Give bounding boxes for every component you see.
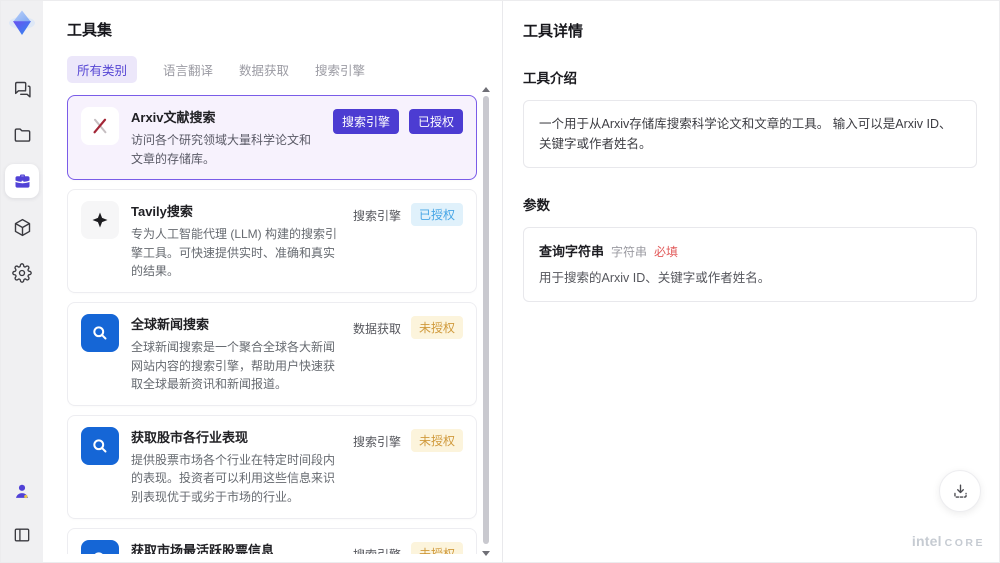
param-required-flag: 必填: [654, 245, 679, 259]
tool-category-badge: 数据获取: [352, 321, 401, 336]
tool-category-badge: 搜索引擎: [332, 109, 399, 134]
category-tabs: 所有类别 语言翻译 数据获取 搜索引擎: [67, 56, 478, 83]
toolbox-icon[interactable]: [5, 164, 39, 198]
tool-tags: 搜索引擎 未授权: [353, 540, 463, 554]
tool-card[interactable]: Tavily搜索 专为人工智能代理 (LLM) 构建的搜索引擎工具。可快速提供实…: [67, 189, 477, 293]
params-list: 查询字符串 字符串 必填 用于搜索的Arxiv ID、关键字或作者姓名。: [523, 227, 977, 302]
news-search-icon: [81, 426, 119, 465]
scrollbar-thumb[interactable]: [483, 96, 489, 544]
folder-icon[interactable]: [5, 118, 39, 152]
app-logo-icon[interactable]: [7, 8, 37, 38]
param-name: 查询字符串: [539, 244, 605, 259]
param-type: 字符串: [611, 245, 648, 259]
left-rail: [1, 1, 43, 562]
tool-card[interactable]: 获取股市各行业表现 提供股票市场各个行业在特定时间段内的表现。投资者可以利用这些…: [67, 414, 477, 519]
tool-description: 全球新闻搜索是一个聚合全球各大新闻网站内容的搜索引擎，帮助用户快速获取全球最新资…: [131, 339, 336, 392]
cube-icon[interactable]: [5, 210, 39, 244]
scrollbar[interactable]: [482, 87, 490, 556]
tool-category-badge: 搜索引擎: [353, 542, 401, 554]
details-panel: 工具详情 工具介绍 一个用于从Arxiv存储库搜索科学论文和文章的工具。 输入可…: [503, 1, 999, 562]
tool-tags: 数据获取 未授权: [353, 314, 463, 394]
settings-gear-icon[interactable]: [5, 256, 39, 290]
tool-card[interactable]: 全球新闻搜索 全球新闻搜索是一个聚合全球各大新闻网站内容的搜索引擎，帮助用户快速…: [67, 301, 477, 406]
category-tab[interactable]: 语言翻译: [163, 56, 213, 83]
tool-description: 访问各个研究领域大量科学论文和文章的存储库。: [131, 133, 312, 166]
arxiv-icon: [81, 107, 119, 145]
tool-description: 提供股票市场各个行业在特定时间段内的表现。投资者可以利用这些信息来识别表现优于或…: [131, 452, 336, 504]
tool-category-badge: 搜索引擎: [352, 434, 401, 449]
param-description: 用于搜索的Arxiv ID、关键字或作者姓名。: [539, 271, 771, 285]
category-tab[interactable]: 搜索引擎: [315, 56, 365, 83]
rail-bottom: [5, 474, 39, 552]
user-avatar-icon[interactable]: [5, 474, 39, 508]
tool-name: Tavily搜索: [131, 204, 193, 220]
tool-auth-badge: 已授权: [410, 203, 463, 227]
tool-tags: 搜索引擎 已授权: [332, 107, 463, 168]
download-button[interactable]: [939, 470, 981, 512]
tool-auth-badge: 未授权: [410, 315, 463, 339]
tool-tags: 搜索引擎 已授权: [353, 201, 463, 281]
params-heading: 参数: [523, 198, 550, 213]
intel-core-logo: intel CORE: [912, 533, 985, 549]
tool-list: Arxiv文献搜索 访问各个研究领域大量科学论文和文章的存储库。 搜索引擎 已授…: [67, 95, 477, 554]
app-window: 工具集 所有类别 语言翻译 数据获取 搜索引擎 Arxiv文献搜索 访问各个研究领域大…: [0, 0, 1000, 563]
tools-panel: 工具集 所有类别 语言翻译 数据获取 搜索引擎 Arxiv文献搜索 访问各个研究领域大…: [43, 1, 503, 562]
tool-description: 专为人工智能代理 (LLM) 构建的搜索引擎工具。可快速提供实时、准确和真实的结…: [131, 227, 338, 279]
tools-panel-title: 工具集: [67, 22, 113, 39]
brand-intel-text: intel: [911, 533, 942, 549]
tool-auth-badge: 未授权: [410, 541, 463, 554]
scroll-up-icon[interactable]: [482, 87, 490, 92]
tool-card[interactable]: Arxiv文献搜索 访问各个研究领域大量科学论文和文章的存储库。 搜索引擎 已授…: [67, 95, 477, 181]
tavily-star-icon: [81, 201, 119, 240]
intro-heading: 工具介绍: [523, 71, 577, 86]
news-search-icon: [81, 539, 119, 554]
tool-name: 获取市场最活跃股票信息: [131, 542, 275, 554]
tool-auth-badge: 未授权: [410, 428, 463, 452]
tool-card-body: Tavily搜索 专为人工智能代理 (LLM) 构建的搜索引擎工具。可快速提供实…: [131, 201, 341, 281]
tool-name: Arxiv文献搜索: [131, 110, 216, 125]
rail-nav: [5, 72, 39, 290]
param-head: 查询字符串 字符串 必填: [539, 241, 961, 260]
intro-text: 一个用于从Arxiv存储库搜索科学论文和文章的工具。 输入可以是Arxiv ID…: [523, 100, 977, 168]
brand-core-text: CORE: [944, 537, 985, 549]
tool-card-body: Arxiv文献搜索 访问各个研究领域大量科学论文和文章的存储库。: [131, 107, 321, 168]
tool-category-badge: 搜索引擎: [352, 209, 401, 224]
tool-name: 全球新闻搜索: [131, 316, 210, 332]
details-title: 工具详情: [523, 23, 584, 40]
tool-card-body: 获取市场最活跃股票信息 提供当天交易量最高的股票列表。投资者可以利用这些信息来识…: [131, 540, 341, 554]
tool-card[interactable]: 获取市场最活跃股票信息 提供当天交易量最高的股票列表。投资者可以利用这些信息来识…: [67, 527, 477, 554]
chat-icon[interactable]: [5, 72, 39, 106]
category-tab[interactable]: 数据获取: [239, 56, 289, 83]
tool-tags: 搜索引擎 未授权: [353, 427, 463, 507]
scroll-down-icon[interactable]: [482, 551, 490, 556]
tool-card-body: 获取股市各行业表现 提供股票市场各个行业在特定时间段内的表现。投资者可以利用这些…: [131, 427, 341, 507]
tool-name: 获取股市各行业表现: [131, 429, 249, 445]
param-entry: 查询字符串 字符串 必填 用于搜索的Arxiv ID、关键字或作者姓名。: [539, 241, 961, 288]
category-tab[interactable]: 所有类别: [67, 56, 138, 83]
news-search-icon: [81, 313, 119, 352]
tool-card-body: 全球新闻搜索 全球新闻搜索是一个聚合全球各大新闻网站内容的搜索引擎，帮助用户快速…: [131, 314, 341, 394]
collapse-panel-icon[interactable]: [5, 518, 39, 552]
tool-auth-badge: 已授权: [408, 109, 463, 134]
